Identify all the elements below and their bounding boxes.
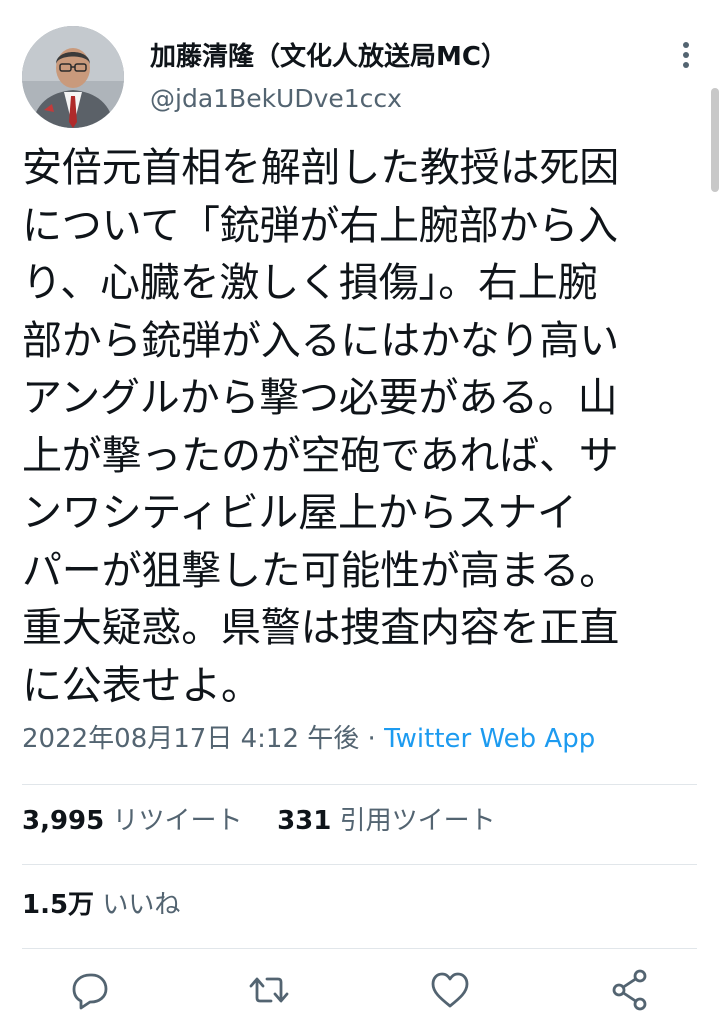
meta-separator: · xyxy=(359,724,385,754)
tweet-text-line: 上が撃ったのが空砲であれば、サ xyxy=(22,432,619,479)
action-bar xyxy=(0,962,719,1022)
scrollbar[interactable] xyxy=(711,88,719,192)
tweet-text-line: 重大疑惑。県警は捜査内容を正直 xyxy=(22,605,619,651)
tweet-text-line: り、心臓を激しく損傷」。右上腕 xyxy=(22,260,598,306)
tweet-text-line: アングルから撃つ必要がある。山 xyxy=(22,375,618,421)
tweet-text: 安倍元首相を解剖した教授は死因 について「銃弾が右上腕部から入 り、心臓を激しく… xyxy=(22,140,702,715)
quote-label: 引用ツイート xyxy=(339,806,496,836)
quote-count: 331 xyxy=(277,806,332,836)
like-count: 1.5万 xyxy=(22,890,95,920)
like-icon[interactable] xyxy=(422,962,478,1018)
retweets-stat[interactable]: 3,995 リツイート xyxy=(22,806,243,836)
source-link[interactable]: Twitter Web App xyxy=(384,724,595,754)
like-stats[interactable]: 1.5万 いいね xyxy=(22,886,180,924)
display-name[interactable]: 加藤清隆（文化人放送局MC） xyxy=(150,36,507,73)
tweet-text-line: について「銃弾が右上腕部から入 xyxy=(22,202,618,249)
timestamp[interactable]: 2022年08月17日 4:12 午後 xyxy=(22,724,359,754)
tweet-text-line: ンワシティビル屋上からスナイ xyxy=(22,490,577,536)
share-icon[interactable] xyxy=(602,962,658,1018)
tweet-header: 加藤清隆（文化人放送局MC） @jda1BekUDve1ccx xyxy=(0,0,719,140)
divider xyxy=(22,864,697,865)
more-icon[interactable] xyxy=(666,36,706,76)
tweet-text-line: に公表せよ。 xyxy=(22,662,261,709)
avatar[interactable] xyxy=(22,26,124,128)
tweet-text-line: 部から銃弾が入るにはかなり高い xyxy=(22,317,619,364)
quotes-stat[interactable]: 331 引用ツイート xyxy=(277,806,496,836)
tweet-text-line: 安倍元首相を解剖した教授は死因 xyxy=(22,145,619,191)
reply-icon[interactable] xyxy=(62,962,118,1018)
tweet-text-line: パーが狙撃した可能性が高まる。 xyxy=(22,547,619,594)
divider xyxy=(22,948,697,949)
tweet-meta: 2022年08月17日 4:12 午後 · Twitter Web App xyxy=(22,720,595,758)
user-handle[interactable]: @jda1BekUDve1ccx xyxy=(150,84,402,113)
divider xyxy=(22,784,697,785)
retweet-count: 3,995 xyxy=(22,806,105,836)
retweet-label: リツイート xyxy=(112,806,243,836)
retweet-icon[interactable] xyxy=(241,962,297,1018)
like-label: いいね xyxy=(102,890,181,920)
retweet-stats: 3,995 リツイート 331 引用ツイート xyxy=(22,802,496,840)
